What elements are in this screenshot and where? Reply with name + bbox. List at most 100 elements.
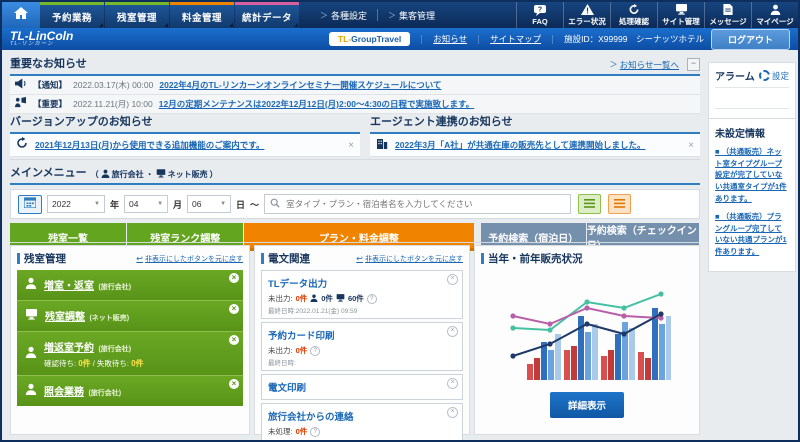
divider: ｜ [417,34,427,45]
day-select[interactable]: 06 ▼ [187,195,232,213]
news-link[interactable]: お知らせ [433,33,467,45]
version-news-title: バージョンアップのお知らせ [10,116,153,128]
count-label: 未処理: [268,427,293,436]
util-mypage[interactable]: マイページ [751,2,798,28]
room-row-inquiry[interactable]: 照会業務 (旅行会社) × [17,376,243,406]
unset-info-card: 未設定情報 ■ （共通販売）ネット室タイプグループ設定が完了していない共通室タイ… [708,118,796,272]
tilde: ～ [250,199,260,210]
travel-count: 0件 [321,294,333,303]
undo-icon: ↩ [136,253,143,263]
close-icon[interactable]: × [348,140,354,151]
util-messages[interactable]: メッセージ [704,2,751,28]
document-icon [723,3,733,15]
group-travel-button[interactable]: TL-GroupTravel [328,32,411,46]
card-title-link[interactable]: 電文印刷 [268,383,306,394]
bullet-icon: ■ [715,147,722,156]
stock-view-toggle[interactable] [578,194,602,214]
room-row-add-return-booking[interactable]: 増返室予約 (旅行会社) 確認待ち: 0件 / 失敗待ち: 0件 × [17,332,243,376]
sales-chart [510,291,671,380]
calendar-icon [23,195,37,213]
util-process-check[interactable]: 処理確認 [610,2,657,28]
unset-info-link[interactable]: ■ （共通販売）ネット室タイプグループ設定が完了していない共通室タイプが1件あり… [715,146,789,204]
news-item-link[interactable]: 2022年4月のTL-リンカーンオンラインセミナー開催スケジュールについて [159,79,441,91]
util-error-status[interactable]: エラー状況 [563,2,610,28]
chevron-right-icon: ＞ [320,10,328,20]
tab-rates[interactable]: 料金管理 [170,2,234,28]
util-site-admin[interactable]: サイト管理 [657,2,704,28]
card-title-link[interactable]: TLデータ出力 [268,279,327,290]
collapse-button[interactable]: − [687,58,700,71]
tl-lincoln-logo[interactable]: TL-LinColn TL-リンカーン [10,30,73,48]
version-news-section: バージョンアップのお知らせ 2021年12月13日(月)から使用できる追加機能の… [10,113,360,157]
logout-button[interactable]: ログアウト [710,28,790,50]
tab-statistics[interactable]: 統計データ [235,2,299,28]
close-icon[interactable]: × [229,273,239,283]
home-button[interactable] [2,2,40,28]
last-output-time: 最終日時: [268,360,296,367]
nav-link-marketing[interactable]: ＞ 集客管理 [378,9,445,22]
monitor-icon [156,169,166,180]
calendar-button[interactable] [18,194,42,214]
alarm-settings-link[interactable]: 設定 [772,70,789,82]
section-divider [10,159,700,160]
room-row-note: (旅行会社) [88,390,122,397]
tab-reservation[interactable]: 予約業務 [40,2,104,28]
agent-news-link[interactable]: 2022年3月「A社」が共通在庫の販売先として連携開始しました。 [395,139,646,151]
list-icon [614,195,626,213]
close-icon[interactable]: × [229,304,239,314]
agent-news-title: エージェント連携のお知らせ [370,116,513,128]
help-icon[interactable]: ? [310,345,321,356]
nav-quick-links: ＞ 各種設定 ＞ 集客管理 [310,2,445,28]
tab-room-stock[interactable]: 残室管理 [105,2,169,28]
news-item-link[interactable]: 12月の定期メンテナンスは2022年12月12日(月)2:00～4:30の日程で… [159,98,474,110]
person-icon [101,169,110,180]
card-title-link[interactable]: 旅行会社からの連絡 [268,412,354,423]
net-count: 60件 [347,294,364,303]
version-news-link[interactable]: 2021年12月13日(月)から使用できる追加機能のご案内です。 [35,139,264,151]
count-label: 未出力: [268,294,293,303]
room-row-counts: 確認待ち: 0件 / 失敗待ち: 0件 [44,358,144,369]
date-search-panel: 2022 ▼ 年 04 ▼ 月 06 ▼ 日 ～ [10,189,700,219]
room-row-note: (ネット販売) [89,315,130,322]
hide-card-icon[interactable]: × [447,326,458,337]
search-input[interactable] [284,198,566,210]
main-menu-section: メインメニュー （ 旅行会社 ・ ネット販売 ） 2022 ▼ 年 04 ▼ 月 0… [10,164,700,252]
facility-id: 施設ID：X99999 シーナッツホテル [564,33,704,45]
restore-hidden-buttons-link[interactable]: ↩ 非表示にしたボタンを元に戻す [136,254,243,264]
close-icon[interactable]: × [688,140,694,151]
unset-info-link[interactable]: ■ （共通販売）プラングループ完了していない共通プランが1件あります。 [715,211,789,258]
util-faq[interactable]: ? FAQ [516,2,563,28]
app-window: 予約業務 残室管理 料金管理 統計データ ＞ 各種設定 ＞ 集客管理 ? FAQ [0,0,800,442]
bullet-icon: ■ [715,212,722,222]
error-icon [580,3,594,15]
room-row-label: 残室調整 [45,312,85,323]
room-row-label: 増室・返室 [44,281,94,292]
year-select[interactable]: 2022 ▼ [47,195,105,213]
help-icon[interactable]: ? [366,293,377,304]
restore-hidden-buttons-link[interactable]: ↩ 非表示にしたボタンを元に戻す [356,254,463,264]
unsent-count: 0件 [295,294,308,303]
month-select[interactable]: 04 ▼ [124,195,169,213]
hide-card-icon[interactable]: × [447,274,458,285]
chevron-right-icon: ＞ [388,10,397,20]
card-counts: 未出力: 0件 ? [268,345,456,356]
close-icon[interactable]: × [229,379,239,389]
room-row-add-return[interactable]: 増室・返室 (旅行会社) × [17,270,243,301]
nav-link-settings[interactable]: ＞ 各種設定 [310,9,377,22]
hide-card-icon[interactable]: × [447,378,458,389]
rate-view-toggle[interactable] [608,194,632,214]
close-icon[interactable]: × [229,335,239,345]
room-panel-title: 残室管理 [24,253,66,265]
detail-view-button[interactable]: 詳細表示 [549,392,624,418]
person-icon [770,4,781,15]
agent-news-header: エージェント連携のお知らせ [370,113,700,134]
news-list-link[interactable]: お知らせ一覧へ [620,59,679,71]
room-row-stock-adjust[interactable]: 残室調整 (ネット販売) × [17,301,243,332]
help-icon[interactable]: ? [310,426,321,437]
sitemap-link[interactable]: サイトマップ [490,33,541,45]
failed-count: 0件 [131,359,144,368]
hide-card-icon[interactable]: × [447,407,458,418]
important-news-section: 重要なお知らせ ＞ お知らせ一覧へ − 【通知】 2022.03.17(木) 0… [10,55,700,114]
card-title-link[interactable]: 予約カード印刷 [268,331,335,342]
message-panel-header: 電文関連 ↩ 非表示にしたボタンを元に戻す [261,251,463,266]
